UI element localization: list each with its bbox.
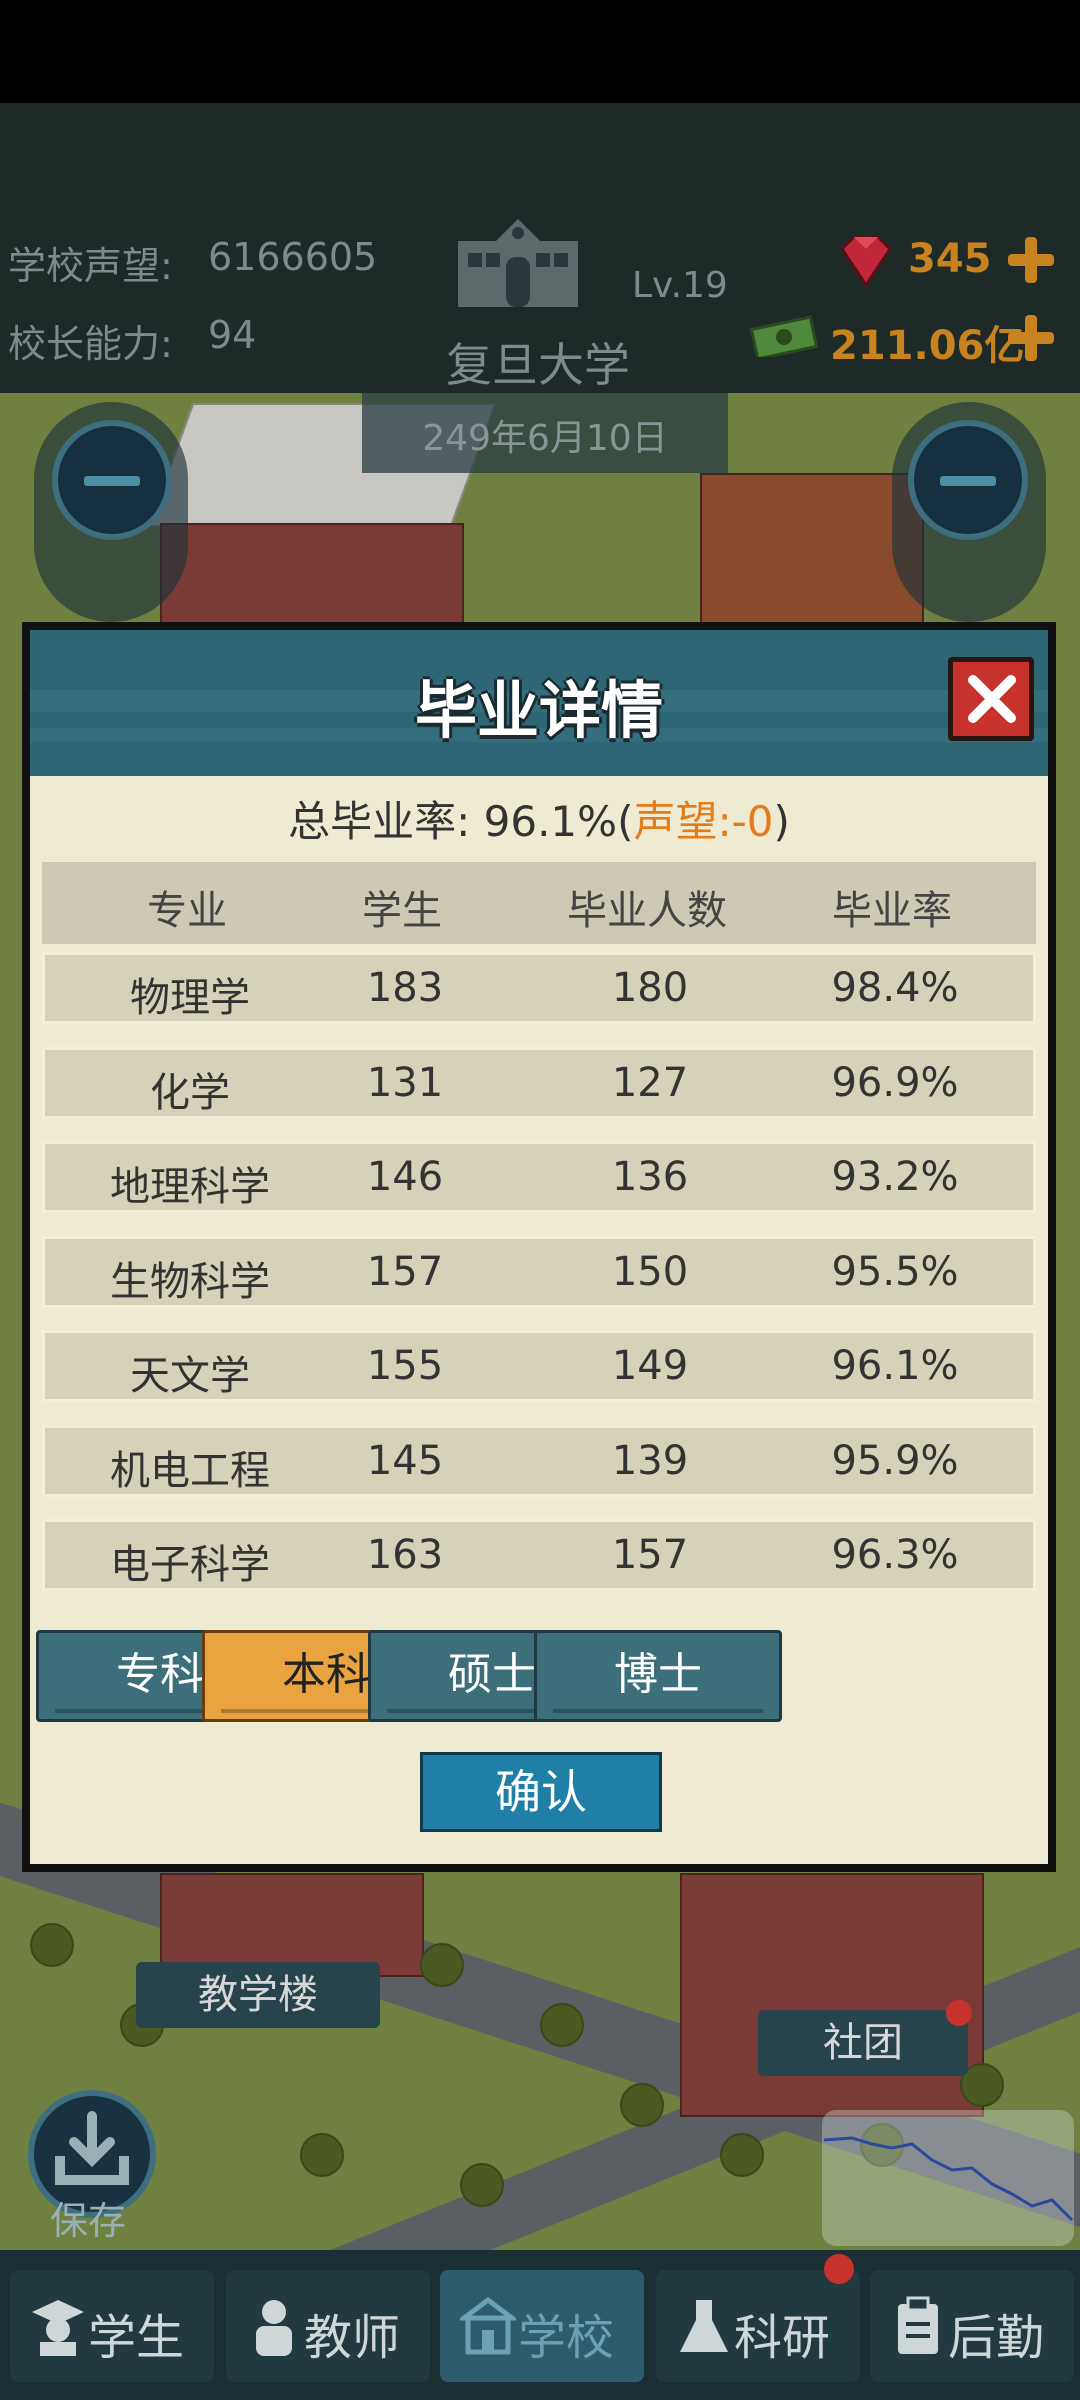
tab-doctor[interactable]: 博士: [534, 1630, 782, 1722]
minus-icon: [940, 476, 996, 486]
nav-research[interactable]: 科研: [656, 2270, 860, 2382]
cell-students: 155: [366, 1343, 444, 1389]
gem-icon: [840, 235, 892, 287]
table-header: 专业 学生 毕业人数 毕业率: [42, 862, 1036, 944]
cell-rate: 96.9%: [831, 1060, 959, 1106]
cell-graduates: 136: [611, 1154, 689, 1200]
research-notification-dot: [824, 2254, 854, 2284]
table-row: 电子科学 163 157 96.3%: [42, 1519, 1036, 1591]
graduation-dialog: 毕业详情 总毕业率: 96.1%(声望:-0) 专业 学生 毕业人数 毕业率 物…: [22, 622, 1056, 1872]
cell-students: 183: [366, 965, 444, 1011]
table-row: 物理学 183 180 98.4%: [42, 952, 1036, 1024]
cell-graduates: 127: [611, 1060, 689, 1106]
table-row: 地理科学 146 136 93.2%: [42, 1141, 1036, 1213]
column-header-students: 学生: [362, 888, 442, 934]
cell-graduates: 180: [611, 965, 689, 1011]
prestige-value: 6166605: [208, 235, 378, 279]
cell-students: 145: [366, 1438, 444, 1484]
school-building-icon: [458, 219, 578, 307]
close-icon: [968, 675, 1016, 723]
ability-value: 94: [208, 313, 257, 357]
school-icon: [460, 2296, 516, 2355]
add-gems-button[interactable]: [1008, 237, 1054, 283]
cell-graduates: 139: [611, 1438, 689, 1484]
dialog-header: 毕业详情: [30, 630, 1048, 776]
nav-logistics[interactable]: 后勤: [870, 2270, 1074, 2382]
student-icon: [32, 2300, 84, 2356]
cell-students: 163: [366, 1532, 444, 1578]
ability-label: 校长能力:: [8, 322, 173, 366]
club-label[interactable]: 社团: [758, 2010, 968, 2076]
club-notification-dot: [946, 2000, 972, 2026]
minus-icon: [84, 476, 140, 486]
column-header-graduates: 毕业人数: [567, 888, 727, 934]
cell-rate: 96.1%: [831, 1343, 959, 1389]
summary-open-paren: (: [617, 797, 634, 846]
bottom-nav: 学生 教师 学校 科研 后勤: [0, 2250, 1080, 2400]
nav-school[interactable]: 学校: [440, 2270, 644, 2382]
column-header-rate: 毕业率: [832, 888, 952, 934]
status-bar: [0, 0, 1080, 103]
collapse-button[interactable]: [908, 420, 1028, 540]
clipboard-icon: [898, 2296, 938, 2354]
gem-count: 345: [908, 236, 992, 282]
flask-icon: [680, 2300, 728, 2352]
dialog-title: 毕业详情: [414, 674, 663, 747]
prestige-label: 学校声望:: [8, 244, 173, 288]
cell-graduates: 157: [611, 1532, 689, 1578]
cell-rate: 98.4%: [831, 965, 959, 1011]
prestige-trend-chart: [822, 2110, 1074, 2246]
nav-teachers[interactable]: 教师: [226, 2270, 430, 2382]
summary-prestige: 声望:-0: [633, 797, 774, 846]
cell-graduates: 150: [611, 1249, 689, 1295]
date-banner: 249年6月10日: [362, 393, 728, 473]
summary-label: 总毕业率:: [288, 797, 471, 846]
table-row: 生物科学 157 150 95.5%: [42, 1236, 1036, 1308]
table-row: 天文学 155 149 96.1%: [42, 1330, 1036, 1402]
money-amount: 211.06亿: [830, 323, 1025, 369]
cell-rate: 96.3%: [831, 1532, 959, 1578]
money-icon: [750, 315, 819, 357]
table-row: 机电工程 145 139 95.9%: [42, 1425, 1036, 1497]
summary-close-paren: ): [773, 797, 790, 846]
school-name: 复旦大学: [446, 338, 630, 392]
teacher-icon: [256, 2300, 292, 2356]
cell-rate: 95.9%: [831, 1438, 959, 1484]
teaching-building-label[interactable]: 教学楼: [136, 1962, 380, 2028]
graduation-summary: 总毕业率: 96.1%(声望:-0): [30, 788, 1048, 849]
summary-rate: 96.1%: [483, 797, 618, 846]
cell-students: 131: [366, 1060, 444, 1106]
zoom-out-button[interactable]: [52, 420, 172, 540]
nav-students[interactable]: 学生: [10, 2270, 214, 2382]
table-row: 化学 131 127 96.9%: [42, 1047, 1036, 1119]
cell-students: 146: [366, 1154, 444, 1200]
cell-rate: 93.2%: [831, 1154, 959, 1200]
trend-line: [823, 2136, 1074, 2222]
confirm-button[interactable]: 确认: [420, 1752, 662, 1832]
cell-rate: 95.5%: [831, 1249, 959, 1295]
cell-students: 157: [366, 1249, 444, 1295]
school-level: Lv.19: [632, 265, 728, 306]
cell-graduates: 149: [611, 1343, 689, 1389]
close-button[interactable]: [948, 657, 1034, 741]
top-hud: 学校声望: 6166605 校长能力: 94 Lv.19 复旦大学 345 21…: [0, 103, 1080, 393]
date-text: 249年6月10日: [422, 418, 668, 459]
save-label: 保存: [50, 2199, 127, 2243]
add-money-button[interactable]: [1008, 315, 1054, 361]
